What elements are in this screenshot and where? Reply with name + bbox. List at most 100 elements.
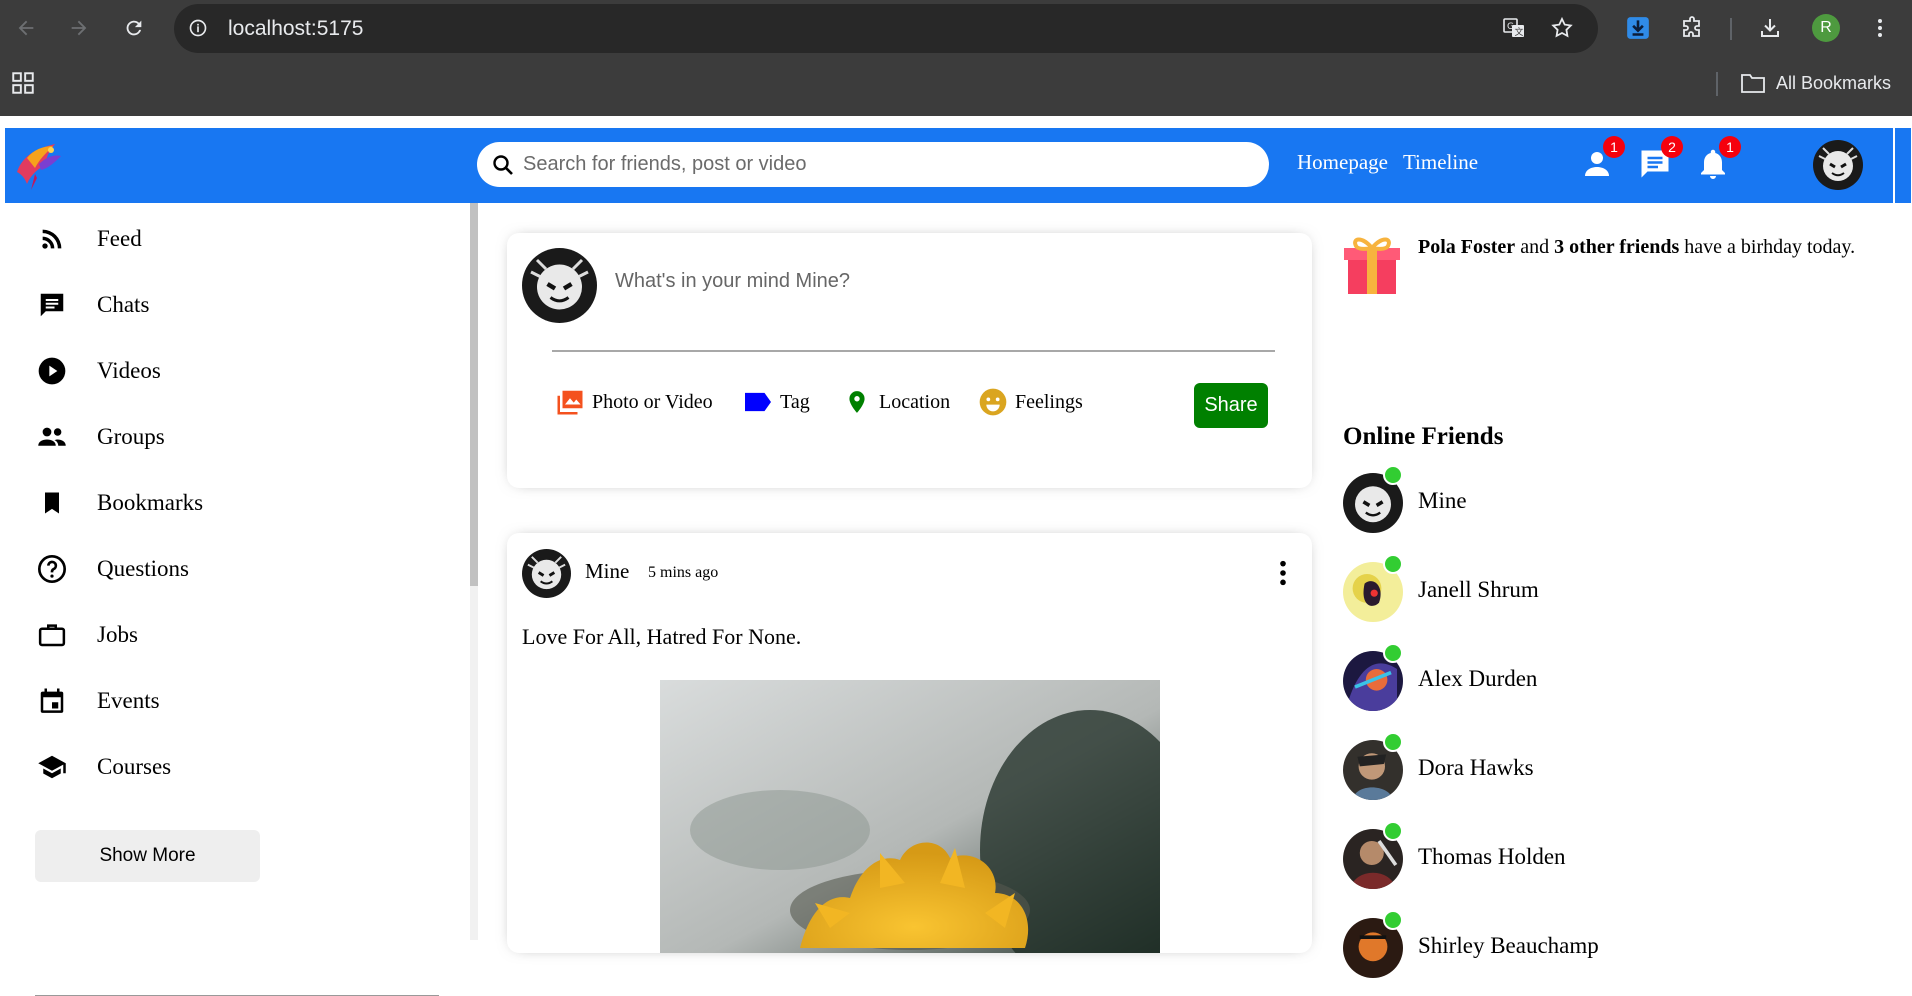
notifications-button[interactable]: 1 xyxy=(1695,136,1741,186)
sidebar-item-label: Jobs xyxy=(97,622,138,647)
friend-name: Dora Hawks xyxy=(1418,755,1534,780)
app-topbar: Homepage Timeline 1 2 1 xyxy=(5,128,1893,203)
bird-logo[interactable] xyxy=(9,134,69,194)
birthday-conjunction: and xyxy=(1515,236,1555,258)
sidebar-item-bookmarks[interactable]: Bookmarks xyxy=(36,483,203,523)
all-bookmarks-button[interactable]: All Bookmarks xyxy=(1740,70,1891,96)
sidebar-item-groups[interactable]: Groups xyxy=(36,417,165,457)
sidebar-item-events[interactable]: Events xyxy=(36,681,160,721)
page-viewport: Homepage Timeline 1 2 1 Feed Chats xyxy=(0,116,1912,996)
sidebar-item-courses[interactable]: Courses xyxy=(36,747,171,787)
extensions-icon[interactable] xyxy=(1676,12,1708,44)
forward-button[interactable] xyxy=(63,12,95,44)
tag-option[interactable]: Tag xyxy=(740,385,810,419)
online-friend[interactable]: Mine xyxy=(1343,465,1843,533)
url-text: localhost:5175 xyxy=(228,17,364,40)
site-info-icon[interactable] xyxy=(186,16,210,40)
user-avatar[interactable] xyxy=(1813,140,1863,190)
search-icon xyxy=(493,155,513,175)
sidebar-item-questions[interactable]: Questions xyxy=(36,549,189,589)
online-status-dot xyxy=(1383,732,1403,752)
birthday-text: Pola Foster and 3 other friends have a b… xyxy=(1418,234,1884,260)
left-sidebar: Feed Chats Videos Groups Bookmarks Quest… xyxy=(0,203,478,996)
all-bookmarks-label: All Bookmarks xyxy=(1776,72,1892,93)
friend-name: Thomas Holden xyxy=(1418,844,1566,869)
photo-video-label: Photo or Video xyxy=(592,390,713,413)
friend-requests-button[interactable]: 1 xyxy=(1579,136,1625,186)
sidebar-item-label: Chats xyxy=(97,292,150,317)
tag-label: Tag xyxy=(780,390,810,413)
translate-icon[interactable]: G文 xyxy=(1498,12,1530,44)
back-button[interactable] xyxy=(10,12,42,44)
post-text: Love For All, Hatred For None. xyxy=(522,624,802,649)
rss-feed-icon xyxy=(36,223,68,255)
bookmark-icon xyxy=(36,487,68,519)
play-circle-icon xyxy=(36,355,68,387)
online-status-dot xyxy=(1383,554,1403,574)
arrow-back-icon xyxy=(18,20,34,36)
photo-video-option[interactable]: Photo or Video xyxy=(552,385,713,419)
sidebar-scrollbar-thumb[interactable] xyxy=(470,203,478,586)
online-friends-title: Online Friends xyxy=(1343,423,1504,450)
sidebar-item-chats[interactable]: Chats xyxy=(36,285,149,325)
birthday-others[interactable]: 3 other friends xyxy=(1554,236,1679,258)
more-vert-icon[interactable] xyxy=(1267,553,1299,593)
messages-button[interactable]: 2 xyxy=(1637,136,1683,186)
address-bar[interactable]: localhost:5175 xyxy=(174,4,1598,53)
bookmarks-separator xyxy=(1716,72,1718,96)
download-extension-icon[interactable] xyxy=(1622,12,1654,44)
group-icon xyxy=(36,421,68,453)
share-box: Photo or Video Tag Location Feelings Sha… xyxy=(507,233,1312,488)
sidebar-item-label: Groups xyxy=(97,424,165,449)
search-bar[interactable] xyxy=(477,142,1269,187)
page-scrollbar-thumb[interactable] xyxy=(1895,128,1911,203)
online-status-dot xyxy=(1383,821,1403,841)
reload-button[interactable] xyxy=(118,12,150,44)
event-icon xyxy=(36,685,68,717)
sidebar-item-videos[interactable]: Videos xyxy=(36,351,161,391)
friend-name: Shirley Beauchamp xyxy=(1418,933,1599,958)
location-label: Location xyxy=(879,390,951,413)
post-username[interactable]: Mine xyxy=(585,559,629,584)
location-pin-icon xyxy=(839,385,875,419)
feelings-label: Feelings xyxy=(1015,390,1083,413)
show-more-button[interactable]: Show More xyxy=(35,830,260,882)
location-option[interactable]: Location xyxy=(839,385,950,419)
apps-grid-icon[interactable] xyxy=(10,70,36,96)
page-scrollbar[interactable] xyxy=(1894,128,1912,940)
sidebar-item-label: Bookmarks xyxy=(97,490,204,515)
share-input[interactable] xyxy=(613,269,1213,294)
browser-menu-icon[interactable] xyxy=(1864,12,1896,44)
bookmark-star-icon[interactable] xyxy=(1546,12,1578,44)
profile-avatar[interactable]: R xyxy=(1810,12,1842,44)
sidebar-scrollbar[interactable] xyxy=(470,203,478,940)
online-friend[interactable]: Thomas Holden xyxy=(1343,821,1843,889)
folder-icon xyxy=(1741,74,1765,93)
feelings-option[interactable]: Feelings xyxy=(975,385,1083,419)
work-outline-icon xyxy=(36,619,68,651)
help-outline-icon xyxy=(36,553,68,585)
share-button[interactable]: Share xyxy=(1194,383,1268,428)
bookmarks-bar: All Bookmarks xyxy=(0,56,1912,116)
search-input[interactable] xyxy=(521,148,1241,181)
friend-name: Alex Durden xyxy=(1418,666,1538,691)
post-avatar[interactable] xyxy=(522,549,571,598)
online-friend[interactable]: Janell Shrum xyxy=(1343,554,1843,622)
friend-name: Janell Shrum xyxy=(1418,577,1539,602)
school-icon xyxy=(36,751,68,783)
homepage-link[interactable]: Homepage xyxy=(1297,150,1388,175)
reload-icon xyxy=(126,20,142,36)
birthday-name[interactable]: Pola Foster xyxy=(1418,236,1515,258)
sidebar-item-label: Feed xyxy=(97,226,142,251)
post-image[interactable] xyxy=(660,680,1160,953)
online-friend[interactable]: Dora Hawks xyxy=(1343,732,1843,800)
toolbar-separator xyxy=(1730,18,1732,40)
timeline-link[interactable]: Timeline xyxy=(1403,150,1478,175)
online-friend[interactable]: Shirley Beauchamp xyxy=(1343,910,1843,978)
downloads-icon[interactable] xyxy=(1754,12,1786,44)
birthday-rest: have a birhday today. xyxy=(1679,236,1856,258)
messages-badge: 2 xyxy=(1661,136,1683,158)
sidebar-item-feed[interactable]: Feed xyxy=(36,219,142,259)
sidebar-item-jobs[interactable]: Jobs xyxy=(36,615,138,655)
online-friend[interactable]: Alex Durden xyxy=(1343,643,1843,711)
